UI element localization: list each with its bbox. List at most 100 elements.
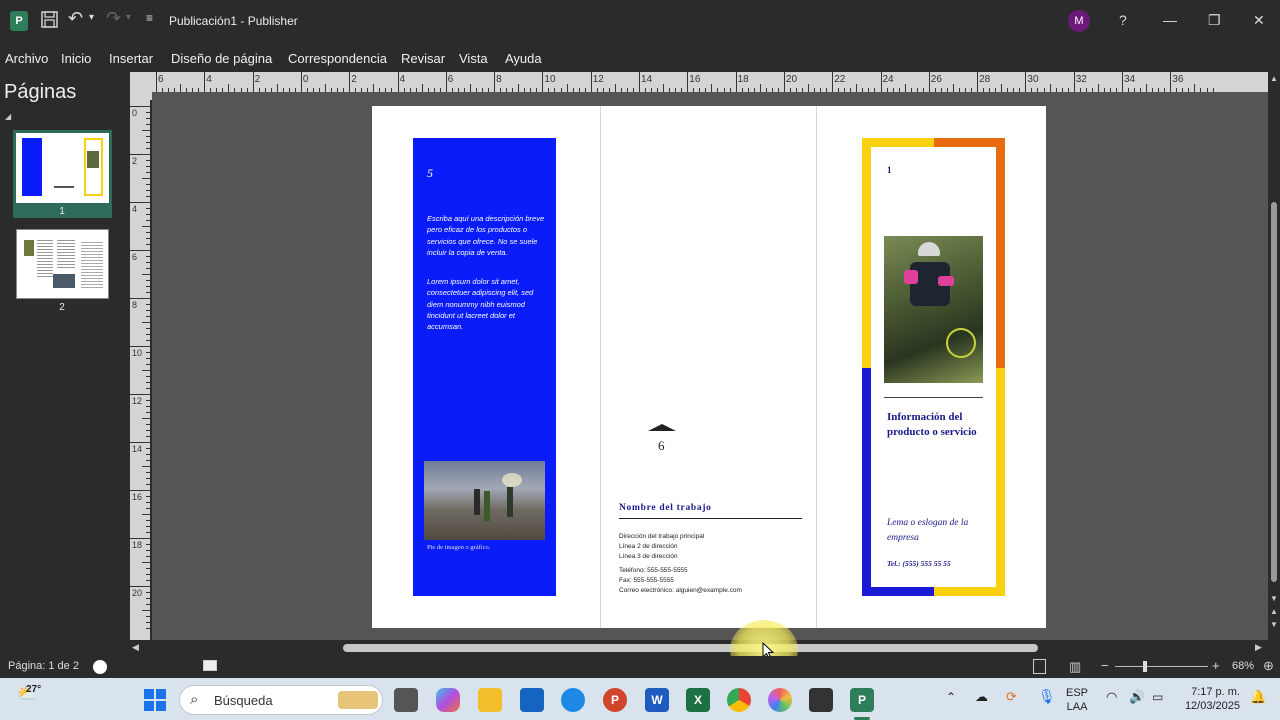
ruler-tick [146, 556, 150, 557]
accessibility-icon[interactable] [93, 660, 107, 674]
two-page-view-icon[interactable]: ▥ [1069, 659, 1081, 675]
page-thumbnail-2-number: 2 [59, 302, 65, 313]
lorem-text[interactable]: Lorem ipsum dolor sit amet, consectetuer… [427, 276, 545, 332]
battery-icon[interactable]: ▭ [1152, 690, 1163, 704]
weather-temperature[interactable]: 27° [26, 684, 41, 695]
chrome-icon[interactable] [727, 688, 751, 712]
powerpoint-icon[interactable]: P [603, 688, 627, 712]
tab-inicio[interactable]: Inicio [61, 51, 91, 66]
publisher-taskbar-icon[interactable]: P [850, 688, 874, 712]
close-button[interactable]: ✕ [1253, 12, 1265, 29]
single-page-view-icon[interactable] [1033, 659, 1046, 674]
microsoft-store-icon[interactable] [520, 688, 544, 712]
wifi-icon[interactable]: ◠ [1106, 689, 1117, 705]
job-name-heading[interactable]: Nombre del trabajo [619, 503, 712, 513]
zoom-out-button[interactable]: − [1101, 658, 1109, 673]
ruler-label: 2 [351, 74, 357, 85]
ruler-tick [146, 508, 150, 509]
ruler-tick [832, 72, 834, 92]
customize-toolbar-icon[interactable]: ≡ [146, 11, 153, 25]
minimize-button[interactable]: — [1163, 12, 1177, 28]
tab-archivo[interactable]: Archivo [5, 51, 48, 66]
help-button[interactable]: ? [1119, 12, 1127, 28]
left-panel-blue-box[interactable]: 5 Escriba aquí una descripción breve per… [413, 138, 556, 596]
ruler-tick [142, 130, 150, 131]
arrow-shape[interactable] [648, 424, 676, 431]
cyclist-photo[interactable] [884, 236, 983, 383]
beach-photo[interactable] [424, 461, 545, 540]
page-thumbnail-2[interactable] [16, 229, 109, 299]
ruler-tick [146, 232, 150, 233]
company-slogan[interactable]: Lema o eslogan de la empresa [887, 516, 987, 546]
task-view-icon[interactable] [394, 688, 418, 712]
tab-diseno-de-pagina[interactable]: Diseño de página [171, 51, 272, 66]
tab-insertar[interactable]: Insertar [109, 51, 153, 66]
vertical-ruler[interactable]: 0 2 4 6 8 10 12 14 16 18 20 [130, 100, 150, 640]
undo-icon[interactable]: ↶ [68, 8, 83, 29]
notifications-icon[interactable]: 🔔 [1250, 689, 1266, 705]
account-avatar[interactable]: M [1068, 10, 1090, 32]
ruler-tick [130, 586, 150, 587]
microphone-icon[interactable]: 🎙 [1038, 688, 1056, 705]
redo-icon[interactable]: ↷ [106, 8, 121, 29]
scroll-down-icon[interactable]: ▼ [1270, 594, 1278, 603]
edge-browser-icon[interactable] [561, 688, 585, 712]
scroll-right-icon[interactable]: ▶ [1255, 642, 1262, 653]
next-page-icon[interactable]: ▼ [1270, 620, 1278, 629]
ruler-tick [880, 72, 882, 92]
tab-revisar[interactable]: Revisar [401, 51, 445, 66]
image-caption[interactable]: Pie de imagen o gráfico. [427, 544, 490, 551]
zoom-level[interactable]: 68% [1232, 660, 1254, 672]
scroll-left-icon[interactable]: ◀ [132, 642, 139, 653]
address-block[interactable]: Dirección del trabajo principal Línea 2 … [619, 532, 704, 562]
horizontal-scroll-thumb[interactable] [343, 644, 1038, 652]
vertical-scrollbar[interactable]: ▲ ▼ ▲ ▼ [1268, 72, 1280, 642]
collapse-pane-icon[interactable]: ◢ [5, 112, 11, 121]
undo-dropdown-icon[interactable]: ▾ [89, 12, 94, 23]
excel-icon[interactable]: X [686, 688, 710, 712]
contact-block[interactable]: Teléfono: 555-555-5555 Fax: 555-555-5555… [619, 566, 742, 596]
language-indicator[interactable]: ESP LAA [1066, 686, 1088, 714]
brochure-page[interactable]: 5 Escriba aquí una descripción breve per… [372, 106, 1046, 628]
right-panel-frame[interactable]: 1 Información del producto o servicio Le… [862, 138, 1005, 596]
phone-number[interactable]: Tel.: (555) 555 55 55 [887, 559, 951, 568]
word-icon[interactable]: W [645, 688, 669, 712]
sync-icon[interactable]: ⟳ [1006, 689, 1017, 705]
ruler-tick [142, 610, 150, 611]
previous-page-icon[interactable]: ▲ [1270, 607, 1278, 616]
ruler-tick [146, 448, 150, 449]
zoom-slider[interactable] [1115, 666, 1208, 667]
tab-correspondencia[interactable]: Correspondencia [288, 51, 387, 66]
tab-vista[interactable]: Vista [459, 51, 488, 66]
page-thumbnail-1[interactable] [16, 133, 109, 203]
photos-icon[interactable] [768, 688, 792, 712]
volume-icon[interactable]: 🔊 [1129, 689, 1145, 705]
horizontal-scrollbar[interactable]: ◀ ▶ [130, 640, 1268, 656]
page-indicator[interactable]: Página: 1 de 2 [8, 660, 79, 672]
redo-dropdown-icon[interactable]: ▾ [126, 12, 131, 23]
zoom-in-button[interactable]: + [1212, 658, 1220, 673]
taskbar-search[interactable]: ⌕ Búsqueda [179, 685, 383, 715]
ruler-tick [146, 280, 150, 281]
product-heading[interactable]: Información del producto o servicio [887, 410, 987, 440]
file-explorer-icon[interactable] [478, 688, 502, 712]
scroll-up-icon[interactable]: ▲ [1270, 74, 1278, 83]
vertical-scroll-thumb[interactable] [1271, 202, 1277, 582]
show-hidden-icons[interactable]: ⌃ [946, 690, 956, 704]
copilot-icon[interactable] [436, 688, 460, 712]
onedrive-icon[interactable]: ☁ [975, 689, 988, 705]
media-app-icon[interactable] [809, 688, 833, 712]
ruler-tick [130, 442, 150, 443]
fit-page-icon[interactable]: ⊕ [1263, 658, 1274, 674]
clock[interactable]: 7:17 p. m. 12/03/2025 [1180, 685, 1240, 713]
object-position-icon[interactable] [203, 660, 217, 671]
description-text[interactable]: Escriba aquí una descripción breve pero … [427, 213, 545, 258]
horizontal-ruler[interactable]: 6 4 2 0 2 4 6 8 10 12 14 16 18 20 22 24 26 28 30 32 34 36 [152, 72, 1268, 92]
ruler-tick [146, 454, 150, 455]
restore-button[interactable]: ❐ [1208, 12, 1221, 29]
ruler-tick [228, 84, 230, 92]
tab-ayuda[interactable]: Ayuda [505, 51, 542, 66]
windows-start-icon[interactable] [144, 689, 166, 711]
save-icon[interactable] [41, 11, 58, 33]
zoom-slider-handle[interactable] [1143, 661, 1147, 672]
